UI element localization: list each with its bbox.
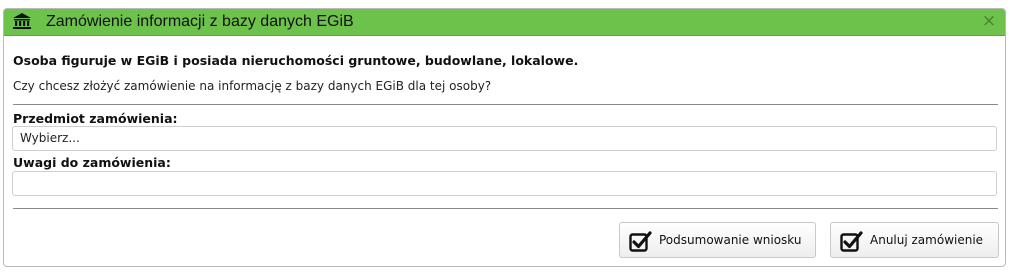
divider — [13, 104, 998, 105]
cancel-order-button[interactable]: Anuluj zamówienie — [830, 222, 999, 258]
divider — [13, 208, 998, 209]
dialog-titlebar: Zamówienie informacji z bazy danych EGiB… — [4, 9, 1005, 36]
summary-button[interactable]: Podsumowanie wniosku — [619, 222, 816, 258]
subject-select[interactable]: Wybierz... — [12, 126, 997, 151]
subject-label: Przedmiot zamówienia: — [13, 111, 178, 126]
bank-building-icon — [12, 12, 32, 30]
notes-input[interactable] — [12, 171, 997, 196]
notes-label: Uwagi do zamówienia: — [13, 155, 171, 170]
order-dialog: Zamówienie informacji z bazy danych EGiB… — [3, 8, 1006, 267]
cancel-order-button-label: Anuluj zamówienie — [870, 233, 984, 247]
checkbox-checked-icon — [629, 230, 653, 252]
order-question: Czy chcesz złożyć zamówienie na informac… — [13, 79, 492, 93]
summary-button-label: Podsumowanie wniosku — [659, 233, 802, 247]
dialog-title: Zamówienie informacji z bazy danych EGiB — [46, 13, 354, 30]
info-headline: Osoba figuruje w EGiB i posiada nierucho… — [13, 53, 579, 68]
checkbox-checked-icon — [840, 230, 864, 252]
close-button[interactable]: × — [980, 12, 998, 30]
